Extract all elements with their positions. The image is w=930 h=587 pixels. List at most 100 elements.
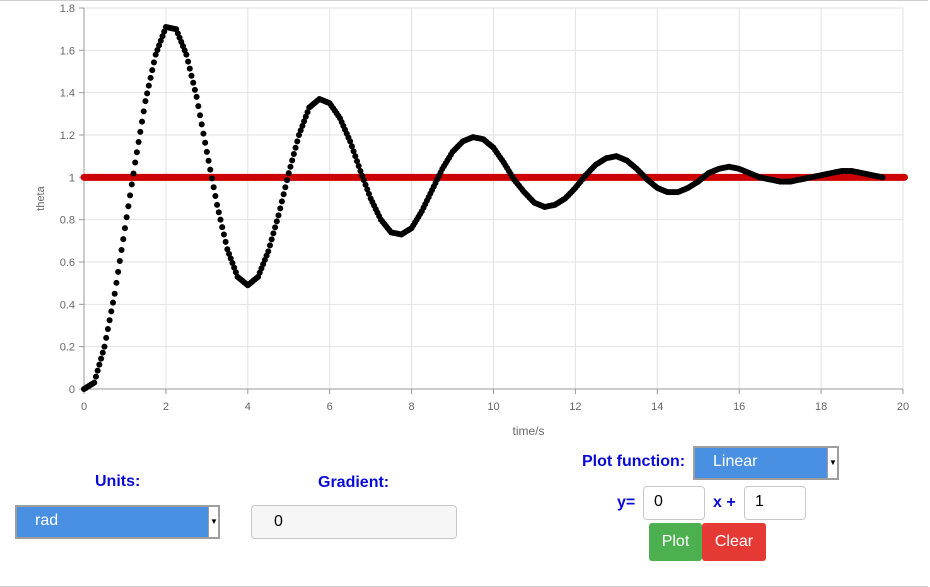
response-point <box>266 242 273 249</box>
response-point <box>272 224 279 231</box>
response-point <box>273 218 280 225</box>
response-point <box>98 355 105 362</box>
y-tick-label: 0.4 <box>60 299 75 311</box>
response-point <box>284 177 291 184</box>
response-point <box>203 148 210 155</box>
plot-function-value: Linear <box>713 453 758 470</box>
gradient-label: Gradient: <box>318 474 390 491</box>
units-dropdown-arrow[interactable]: ▼ <box>208 507 218 537</box>
chevron-down-icon: ▼ <box>829 458 837 467</box>
response-point <box>290 151 297 158</box>
response-point <box>222 238 229 245</box>
response-point <box>106 317 113 324</box>
response-point <box>278 198 285 205</box>
y-axis-title: theta <box>35 185 47 210</box>
response-point <box>220 231 227 238</box>
x-tick-label: 0 <box>81 401 87 413</box>
response-point <box>127 192 134 199</box>
x-axis-title: time/s <box>512 424 544 438</box>
response-point <box>207 166 214 173</box>
response-point <box>130 170 137 177</box>
y-tick-label: 1.6 <box>60 45 75 57</box>
response-point <box>214 201 221 208</box>
y-tick-label: 1.8 <box>60 3 75 15</box>
response-point <box>139 118 146 125</box>
y-tick-label: 0 <box>69 384 75 396</box>
response-point <box>183 51 190 58</box>
y-tick-label: 1.2 <box>60 130 75 142</box>
response-point <box>103 334 110 341</box>
response-point <box>282 184 289 191</box>
response-point <box>149 67 156 74</box>
response-point <box>133 149 140 156</box>
response-point <box>144 90 151 97</box>
x-tick-label: 16 <box>733 401 745 413</box>
response-point <box>101 343 108 350</box>
plot-button[interactable]: Plot <box>649 523 702 561</box>
intercept-input[interactable]: 1 <box>744 486 806 520</box>
response-point <box>115 268 122 275</box>
y-tick-label: 1.4 <box>60 88 75 100</box>
chevron-down-icon: ▼ <box>210 517 218 526</box>
response-point <box>202 139 209 146</box>
response-point <box>125 203 132 210</box>
x-tick-label: 6 <box>327 401 333 413</box>
plot-function-dropdown-arrow[interactable]: ▼ <box>827 448 837 478</box>
response-point <box>280 191 287 198</box>
y-equals-label: y= <box>617 494 636 511</box>
response-point <box>186 65 193 72</box>
response-point <box>277 205 284 212</box>
response-point <box>289 157 296 164</box>
response-point <box>191 86 198 93</box>
response-point <box>190 79 197 86</box>
units-select-value: rad <box>35 512 59 529</box>
response-point <box>188 72 195 79</box>
response-point <box>265 248 272 255</box>
response-point <box>185 58 192 65</box>
response-point <box>292 144 299 151</box>
response-point <box>195 103 202 110</box>
response-point <box>96 361 103 368</box>
response-point <box>145 82 152 89</box>
x-plus-label: x + <box>713 494 736 511</box>
response-point <box>197 112 204 119</box>
y-tick-label: 0.2 <box>60 342 75 354</box>
response-point <box>132 159 139 166</box>
x-tick-label: 4 <box>245 401 251 413</box>
response-point <box>104 326 111 333</box>
response-point <box>268 236 275 243</box>
response-point <box>94 367 101 374</box>
response-point <box>275 212 282 219</box>
response-point <box>118 247 125 254</box>
response-point <box>270 230 277 237</box>
units-label: Units: <box>95 473 141 490</box>
theta-time-chart: 0 2 4 6 8 10 12 14 16 18 20 0 0.2 0.4 0.6 0.8 1 1.2 1.4 1.6… <box>35 3 909 438</box>
response-point <box>210 184 217 191</box>
plot-function-label: Plot function: <box>582 453 686 470</box>
response-point <box>99 349 106 356</box>
response-point <box>111 290 118 297</box>
response-point <box>92 373 99 380</box>
plot-function-select[interactable]: Linear ▼ <box>693 446 839 480</box>
response-point <box>285 170 292 177</box>
response-point <box>212 193 219 200</box>
clear-button[interactable]: Clear <box>702 523 766 561</box>
response-point <box>879 174 886 181</box>
response-point <box>91 379 98 386</box>
response-point <box>135 139 142 146</box>
response-point <box>140 108 147 115</box>
y-tick-label: 1 <box>69 172 75 184</box>
response-point <box>142 98 149 105</box>
x-tick-label: 10 <box>487 401 499 413</box>
response-point <box>121 225 128 232</box>
response-point <box>205 157 212 164</box>
response-point <box>110 299 117 306</box>
slope-input[interactable]: 0 <box>643 486 705 520</box>
response-point <box>147 74 154 81</box>
y-tick-label: 0.8 <box>60 215 75 227</box>
units-select[interactable]: rad ▼ <box>15 505 220 539</box>
y-tick-label: 0.6 <box>60 257 75 269</box>
response-point <box>128 181 135 188</box>
response-point <box>113 279 120 286</box>
response-point <box>219 224 226 231</box>
